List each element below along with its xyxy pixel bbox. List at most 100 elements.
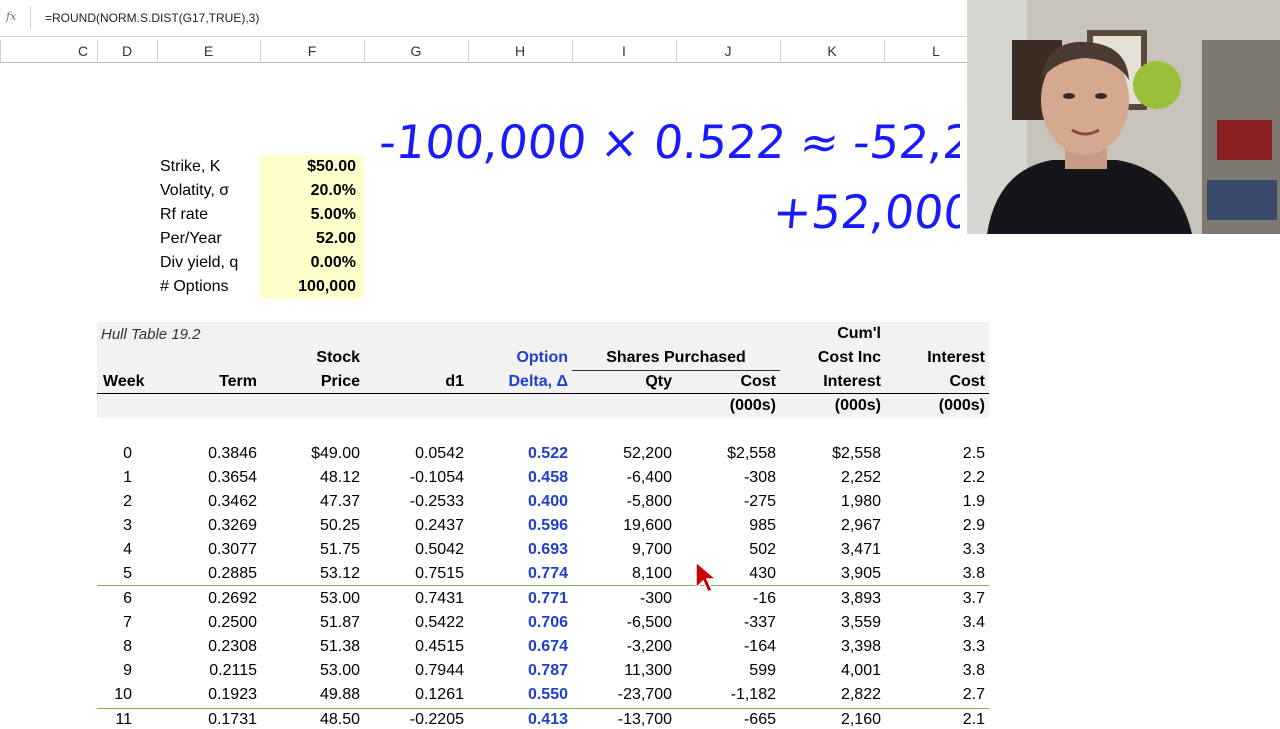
cell-interest[interactable]: 2.2 (884, 469, 985, 487)
cell-cum-cost[interactable]: 3,398 (780, 638, 881, 656)
hdr-int-2[interactable]: Cost (884, 373, 985, 391)
param-value[interactable]: $50.00 (260, 155, 364, 179)
cell-term[interactable]: 0.3846 (157, 445, 257, 463)
col-header-h[interactable]: H (468, 43, 572, 59)
cell-term[interactable]: 0.2115 (157, 662, 257, 680)
cell-qty[interactable]: -3,200 (572, 638, 672, 656)
hdr-cost[interactable]: Cost (676, 373, 776, 391)
hdr-qty[interactable]: Qty (572, 373, 672, 391)
cell-delta[interactable]: 0.787 (468, 662, 568, 680)
cell-interest[interactable]: 2.9 (884, 517, 985, 535)
fx-icon[interactable]: fx (6, 10, 16, 23)
cell-price[interactable]: 53.00 (260, 590, 360, 608)
param-value[interactable]: 20.0% (260, 179, 364, 203)
cell-d1[interactable]: -0.2533 (364, 493, 464, 511)
cell-term[interactable]: 0.2692 (157, 590, 257, 608)
param-label[interactable]: Volatity, σ (160, 182, 260, 200)
col-header-e[interactable]: E (157, 43, 260, 59)
cell-cum-cost[interactable]: 3,893 (780, 590, 881, 608)
cell-cum-cost[interactable]: 3,905 (780, 565, 881, 583)
cell-cum-cost[interactable]: 2,252 (780, 469, 881, 487)
cell-price[interactable]: $49.00 (260, 445, 360, 463)
cell-delta[interactable]: 0.771 (468, 590, 568, 608)
cell-interest[interactable]: 3.3 (884, 638, 985, 656)
cell-qty[interactable]: -6,500 (572, 614, 672, 632)
cell-d1[interactable]: -0.1054 (364, 469, 464, 487)
param-label[interactable]: Div yield, q (160, 254, 260, 272)
cell-week[interactable]: 11 (100, 711, 132, 729)
hdr-option-1[interactable]: Option (468, 349, 568, 367)
cell-price[interactable]: 51.87 (260, 614, 360, 632)
cell-week[interactable]: 0 (100, 445, 132, 463)
cell-delta[interactable]: 0.458 (468, 469, 568, 487)
hdr-d1[interactable]: d1 (364, 373, 464, 391)
cell-term[interactable]: 0.1923 (157, 686, 257, 704)
cell-cum-cost[interactable]: 3,559 (780, 614, 881, 632)
col-header-k[interactable]: K (780, 43, 884, 59)
cell-delta[interactable]: 0.596 (468, 517, 568, 535)
cell-price[interactable]: 51.38 (260, 638, 360, 656)
hdr-option-2[interactable]: Delta, Δ (468, 373, 568, 391)
cell-interest[interactable]: 3.8 (884, 662, 985, 680)
formula-bar[interactable]: fx =ROUND(NORM.S.DIST(G17,TRUE),3) (0, 0, 967, 37)
cell-delta[interactable]: 0.413 (468, 711, 568, 729)
cell-cum-cost[interactable]: 3,471 (780, 541, 881, 559)
cell-d1[interactable]: 0.7944 (364, 662, 464, 680)
cell-interest[interactable]: 2.1 (884, 711, 985, 729)
cell-cost[interactable]: 985 (676, 517, 776, 535)
cell-cost[interactable]: -164 (676, 638, 776, 656)
cell-term[interactable]: 0.1731 (157, 711, 257, 729)
cell-term[interactable]: 0.3269 (157, 517, 257, 535)
param-label[interactable]: Strike, K (160, 158, 260, 176)
cell-cost[interactable]: -337 (676, 614, 776, 632)
hdr-cum-3[interactable]: Interest (780, 373, 881, 391)
cell-d1[interactable]: 0.7515 (364, 565, 464, 583)
cell-term[interactable]: 0.3462 (157, 493, 257, 511)
param-value[interactable]: 52.00 (260, 227, 364, 251)
cell-cost[interactable]: 502 (676, 541, 776, 559)
cell-qty[interactable]: -23,700 (572, 686, 672, 704)
cell-qty[interactable]: 52,200 (572, 445, 672, 463)
cell-week[interactable]: 10 (100, 686, 132, 704)
cell-cost[interactable]: 599 (676, 662, 776, 680)
cell-week[interactable]: 9 (100, 662, 132, 680)
cell-cum-cost[interactable]: 2,822 (780, 686, 881, 704)
cell-cost[interactable]: -1,182 (676, 686, 776, 704)
units-cum[interactable]: (000s) (780, 397, 881, 415)
cell-cum-cost[interactable]: 2,967 (780, 517, 881, 535)
cell-qty[interactable]: 19,600 (572, 517, 672, 535)
cell-cum-cost[interactable]: $2,558 (780, 445, 881, 463)
hdr-stock-1[interactable]: Stock (260, 349, 360, 367)
cell-qty[interactable]: 8,100 (572, 565, 672, 583)
cell-cost[interactable]: -16 (676, 590, 776, 608)
cell-price[interactable]: 47.37 (260, 493, 360, 511)
hdr-stock-2[interactable]: Price (260, 373, 360, 391)
cell-cost[interactable]: -665 (676, 711, 776, 729)
cell-term[interactable]: 0.3077 (157, 541, 257, 559)
formula-text[interactable]: =ROUND(NORM.S.DIST(G17,TRUE),3) (45, 11, 259, 25)
cell-week[interactable]: 7 (100, 614, 132, 632)
cell-qty[interactable]: -300 (572, 590, 672, 608)
col-header-c[interactable]: C (68, 43, 98, 59)
cell-cost[interactable]: $2,558 (676, 445, 776, 463)
param-label[interactable]: # Options (160, 278, 260, 296)
param-label[interactable]: Rf rate (160, 206, 260, 224)
table-title[interactable]: Hull Table 19.2 (101, 326, 201, 343)
cell-price[interactable]: 51.75 (260, 541, 360, 559)
cell-d1[interactable]: 0.5422 (364, 614, 464, 632)
cell-week[interactable]: 5 (100, 565, 132, 583)
param-value[interactable]: 0.00% (260, 251, 364, 275)
hdr-term[interactable]: Term (157, 373, 257, 391)
cell-interest[interactable]: 3.8 (884, 565, 985, 583)
cell-d1[interactable]: 0.5042 (364, 541, 464, 559)
cell-qty[interactable]: -6,400 (572, 469, 672, 487)
param-value[interactable]: 100,000 (260, 275, 364, 299)
cell-delta[interactable]: 0.774 (468, 565, 568, 583)
cell-week[interactable]: 4 (100, 541, 132, 559)
hdr-week[interactable]: Week (103, 373, 163, 391)
cell-week[interactable]: 6 (100, 590, 132, 608)
cell-interest[interactable]: 1.9 (884, 493, 985, 511)
hdr-cum-1[interactable]: Cum'l (808, 325, 881, 343)
cell-d1[interactable]: -0.2205 (364, 711, 464, 729)
units-cost[interactable]: (000s) (676, 397, 776, 415)
